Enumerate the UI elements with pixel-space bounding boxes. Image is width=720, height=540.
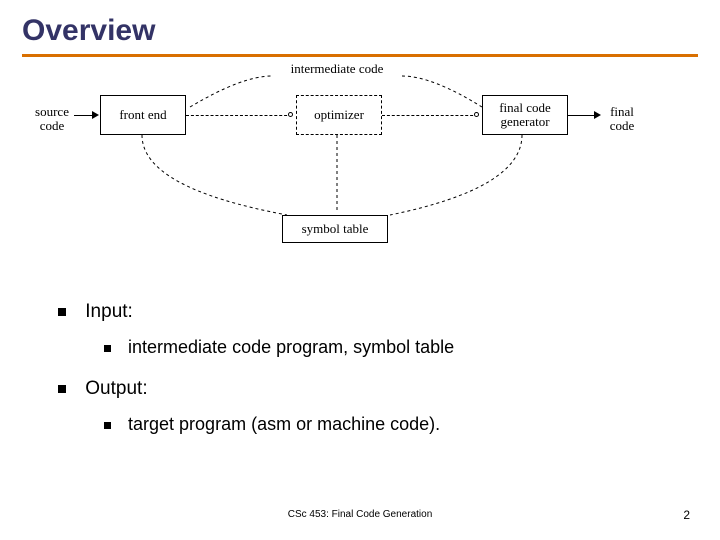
output-sub-text: target program (asm or machine code). [128, 414, 440, 434]
content-area: Input: intermediate code program, symbol… [0, 265, 720, 435]
output-bullet: Output: target program (asm or machine c… [58, 378, 680, 435]
final-code-label: final code [602, 105, 642, 134]
input-sub-text: intermediate code program, symbol table [128, 337, 454, 357]
input-label: Input: [85, 301, 133, 322]
title-rule [22, 54, 698, 57]
open-arrow-2 [474, 112, 479, 117]
arrowhead-2 [594, 111, 601, 119]
final-code-generator-box: final code generator [482, 95, 568, 135]
output-sub-bullet: target program (asm or machine code). [104, 414, 680, 435]
intermediate-arc [182, 71, 492, 111]
arrow-generator-final [568, 115, 596, 116]
arrowhead-1 [92, 111, 99, 119]
slide-title: Overview [0, 0, 720, 54]
source-code-label: source code [32, 105, 72, 134]
pipeline-diagram: source code front end optimizer final co… [22, 65, 698, 265]
input-sub-bullet: intermediate code program, symbol table [104, 337, 680, 358]
footer-center-text: CSc 453: Final Code Generation [0, 509, 720, 520]
output-label: Output: [85, 378, 147, 399]
arrow-source-frontend [74, 115, 94, 116]
open-arrow-1 [288, 112, 293, 117]
input-bullet: Input: intermediate code program, symbol… [58, 301, 680, 358]
symbol-table-links [122, 133, 542, 225]
dash-optimizer-generator [382, 115, 478, 116]
front-end-box: front end [100, 95, 186, 135]
dash-frontend-optimizer [186, 115, 292, 116]
page-number: 2 [683, 508, 690, 522]
